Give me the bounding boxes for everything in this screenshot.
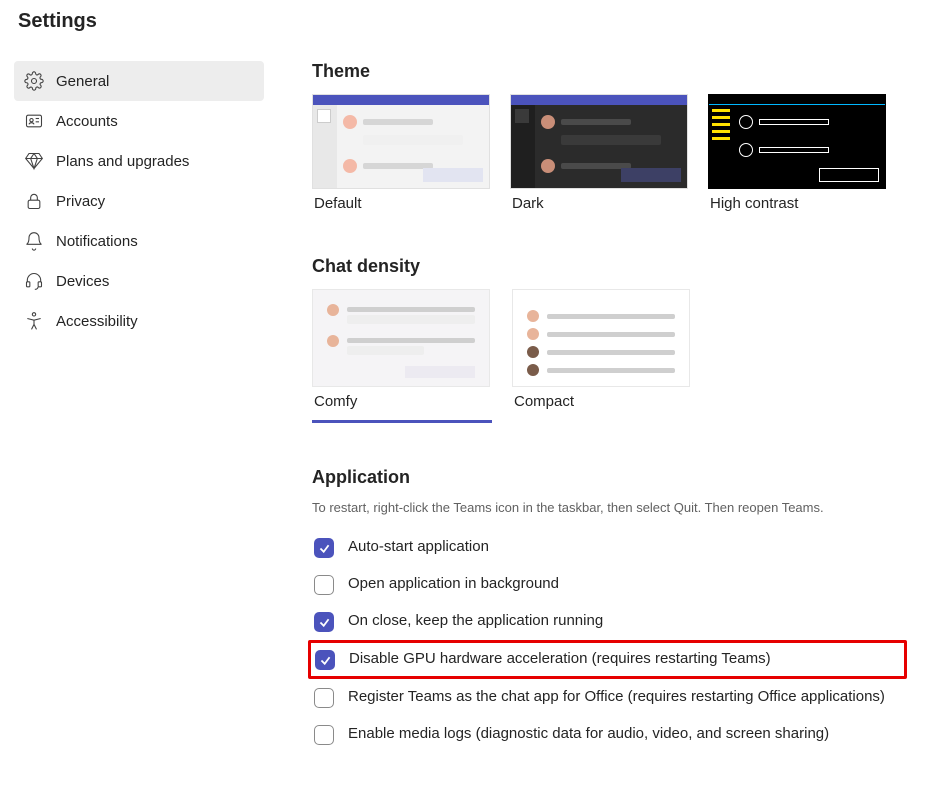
bell-icon [24,231,44,251]
page-title: Settings [18,10,933,33]
chat-density-option-compact[interactable] [512,289,690,387]
setting-disable-gpu: Disable GPU hardware acceleration (requi… [308,640,907,679]
setting-label: On close, keep the application running [348,611,603,631]
accessibility-icon [24,311,44,331]
application-helper-text: To restart, right-click the Teams icon i… [312,500,903,515]
headset-icon [24,271,44,291]
checkbox-on-close[interactable] [314,612,334,632]
checkbox-register-chat[interactable] [314,688,334,708]
sidebar-item-privacy[interactable]: Privacy [14,181,264,221]
setting-open-background: Open application in background [312,566,903,603]
lock-icon [24,191,44,211]
settings-sidebar: General Accounts Plans and upgrades Priv… [14,61,264,753]
sidebar-item-plans[interactable]: Plans and upgrades [14,141,264,181]
setting-auto-start: Auto-start application [312,529,903,566]
setting-register-chat-app: Register Teams as the chat app for Offic… [312,679,903,716]
theme-option-dark[interactable] [510,94,688,189]
selection-indicator [312,420,492,423]
setting-label: Enable media logs (diagnostic data for a… [348,724,829,744]
chat-density-label: Comfy [312,393,492,410]
sidebar-item-devices[interactable]: Devices [14,261,264,301]
sidebar-item-label: Accessibility [56,313,138,330]
setting-on-close-keep-running: On close, keep the application running [312,603,903,640]
theme-label: Default [312,195,490,212]
chat-density-label: Compact [512,393,690,410]
checkbox-open-background[interactable] [314,575,334,595]
sidebar-item-label: Accounts [56,113,118,130]
settings-main: Theme Default [264,61,933,753]
id-card-icon [24,111,44,131]
theme-label: Dark [510,195,688,212]
chat-density-option-comfy[interactable] [312,289,490,387]
checkbox-media-logs[interactable] [314,725,334,745]
chat-density-section-title: Chat density [312,256,903,277]
setting-label: Auto-start application [348,537,489,557]
setting-label: Open application in background [348,574,559,594]
theme-section-title: Theme [312,61,903,82]
sidebar-item-label: Devices [56,273,109,290]
sidebar-item-accessibility[interactable]: Accessibility [14,301,264,341]
sidebar-item-label: General [56,73,109,90]
checkbox-auto-start[interactable] [314,538,334,558]
sidebar-item-label: Privacy [56,193,105,210]
diamond-icon [24,151,44,171]
gear-icon [24,71,44,91]
application-section-title: Application [312,467,903,488]
sidebar-item-general[interactable]: General [14,61,264,101]
theme-label: High contrast [708,195,886,212]
sidebar-item-notifications[interactable]: Notifications [14,221,264,261]
theme-option-default[interactable] [312,94,490,189]
setting-enable-media-logs: Enable media logs (diagnostic data for a… [312,716,903,753]
theme-option-high-contrast[interactable] [708,94,886,189]
setting-label: Register Teams as the chat app for Offic… [348,687,885,707]
checkbox-disable-gpu[interactable] [315,650,335,670]
sidebar-item-label: Plans and upgrades [56,153,189,170]
setting-label: Disable GPU hardware acceleration (requi… [349,649,771,669]
sidebar-item-accounts[interactable]: Accounts [14,101,264,141]
sidebar-item-label: Notifications [56,233,138,250]
